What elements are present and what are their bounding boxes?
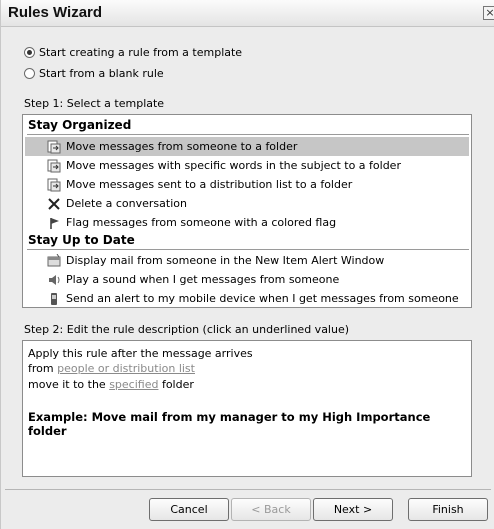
template-item-label: Move messages with specific words in the… [66, 159, 401, 172]
template-item[interactable]: Delete a conversation [25, 194, 469, 213]
example-text: Example: Move mail from my manager to my… [28, 410, 431, 438]
back-button[interactable]: < Back [231, 498, 311, 521]
template-item[interactable]: Move messages sent to a distribution lis… [25, 175, 469, 194]
mobile-device-icon [47, 292, 61, 306]
template-item-label: Move messages from someone to a folder [66, 140, 298, 153]
template-item[interactable]: Display mail from someone in the New Ite… [25, 251, 469, 270]
delete-x-icon [47, 197, 61, 211]
rules-wizard-window: Rules Wizard × Start creating a rule fro… [0, 0, 494, 529]
option-blank-rule-label: Start from a blank rule [39, 66, 164, 80]
template-item-label: Display mail from someone in the New Ite… [66, 254, 385, 267]
people-or-list-link[interactable]: people or distribution list [57, 362, 195, 375]
flag-icon [47, 216, 61, 230]
button-separator [5, 489, 491, 490]
radio-blank[interactable] [24, 67, 35, 79]
radio-template[interactable] [24, 46, 35, 58]
rule-description-box: Apply this rule after the message arrive… [22, 340, 472, 477]
template-item-label: Delete a conversation [66, 197, 187, 210]
option-from-template[interactable]: Start creating a rule from a template [24, 43, 242, 61]
close-button[interactable]: × [483, 6, 494, 20]
template-item[interactable]: Flag messages from someone with a colore… [25, 213, 469, 232]
template-item[interactable]: Move messages from someone to a folder [25, 137, 469, 156]
group-divider [27, 134, 469, 135]
group-divider [27, 249, 469, 250]
option-from-template-label: Start creating a rule from a template [39, 45, 243, 59]
group-heading-stay-up-to-date: Stay Up to Date [28, 233, 135, 247]
template-list[interactable]: Stay Organized Move messages from someon… [22, 114, 472, 308]
step2-label: Step 2: Edit the rule description (click… [24, 323, 350, 336]
template-item-label: Move messages sent to a distribution lis… [66, 178, 353, 191]
move-to-folder-icon [47, 140, 61, 154]
description-line-3: move it to the specified folder [28, 378, 194, 391]
cancel-button[interactable]: Cancel [149, 498, 229, 521]
description-line-2: from people or distribution list [28, 362, 195, 375]
title-bar: Rules Wizard × [1, 0, 494, 27]
template-item-label: Send an alert to my mobile device when I… [66, 292, 459, 305]
window-title: Rules Wizard [8, 4, 103, 21]
template-item-label: Flag messages from someone with a colore… [66, 216, 337, 229]
group-heading-stay-organized: Stay Organized [28, 118, 132, 132]
template-item-label: Play a sound when I get messages from so… [66, 273, 340, 286]
template-item[interactable]: Move messages with specific words in the… [25, 156, 469, 175]
finish-button[interactable]: Finish [408, 498, 488, 521]
specified-folder-link[interactable]: specified [109, 378, 158, 391]
option-blank-rule[interactable]: Start from a blank rule [24, 64, 164, 82]
description-line-1: Apply this rule after the message arrive… [28, 347, 253, 360]
move-to-folder-icon [47, 159, 61, 173]
next-button[interactable]: Next > [313, 498, 393, 521]
speaker-icon [47, 273, 61, 287]
template-item[interactable]: Send an alert to my mobile device when I… [25, 289, 469, 308]
template-item[interactable]: Play a sound when I get messages from so… [25, 270, 469, 289]
alert-window-icon [47, 253, 61, 268]
step1-label: Step 1: Select a template [24, 97, 165, 110]
move-to-folder-icon [47, 178, 61, 192]
